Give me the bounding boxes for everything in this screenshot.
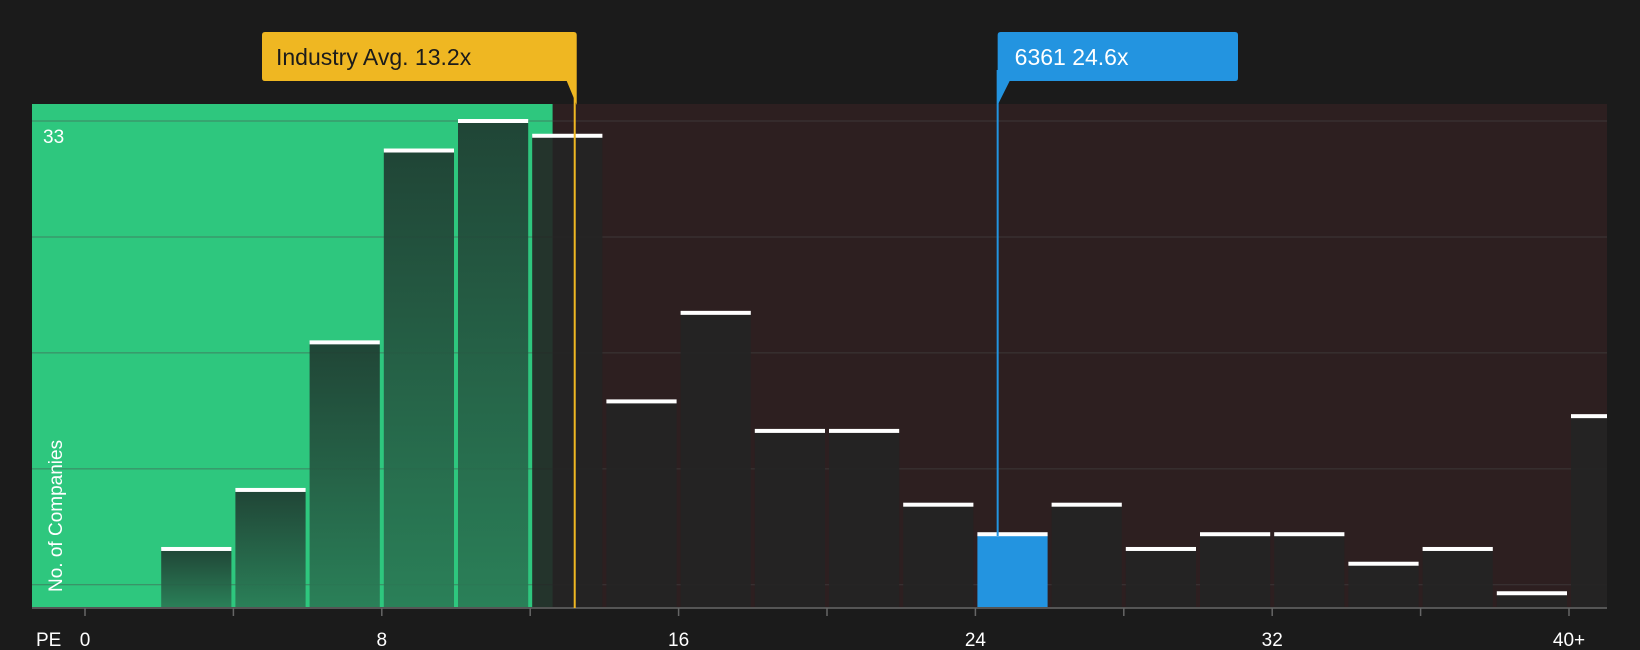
bar-cap [606,399,677,404]
histogram-bar [606,401,677,608]
histogram-bar [309,342,380,608]
x-axis-ticks: 0 8 16 24 32 40+ [80,608,1585,650]
histogram-bar [680,312,751,608]
bar-cap [977,532,1048,537]
histogram-bar [754,430,825,608]
histogram-bar [1496,593,1567,608]
bar-cap [161,546,232,551]
pe-distribution-chart: 0 8 16 24 32 40+ 33 No. of Companies PE Indus… [32,32,1607,650]
histogram-bar [829,430,900,608]
company-pe-label: 6361 24.6x [1015,44,1129,70]
bar-cap [235,487,306,492]
histogram-bar [903,504,974,608]
x-tick-label: 0 [80,630,91,650]
x-tick-label: 16 [668,630,689,650]
x-tick-label: 32 [1262,630,1283,650]
histogram-bar [235,489,306,608]
bar-cap [1274,532,1345,537]
bar-cap [754,428,825,433]
bar-cap [1571,414,1607,419]
histogram-bar [1051,504,1122,608]
histogram-bar [532,135,603,608]
histogram-bar [1125,548,1196,608]
histogram-bar [161,548,232,608]
y-max-label: 33 [43,127,64,148]
industry-average-label: Industry Avg. 13.2x [276,44,472,70]
bar-cap [309,340,380,345]
histogram-bar [1348,563,1419,608]
histogram-bar [1274,534,1345,608]
bar-cap [903,502,974,507]
histogram-bar [1200,534,1271,608]
histogram-bar [383,150,454,609]
bar-cap [1125,546,1196,551]
x-tick-label: 40+ [1553,630,1585,650]
bar-cap [680,310,751,315]
histogram-bar [1571,416,1607,608]
bar-cap [383,148,454,153]
y-axis-label: No. of Companies [46,440,67,592]
bar-cap [1422,546,1493,551]
bar-cap [532,133,603,138]
x-axis-label: PE [36,630,61,650]
histogram-bar [1422,548,1493,608]
company-bin-bar [977,534,1048,608]
x-tick-label: 24 [965,630,987,650]
bar-cap [1496,591,1567,596]
x-tick-label: 8 [377,630,388,650]
bar-cap [1200,532,1271,537]
histogram-bar [458,121,529,608]
bar-cap [458,119,529,123]
bar-cap [1051,502,1122,507]
bar-cap [1348,561,1419,566]
bar-cap [829,428,900,433]
